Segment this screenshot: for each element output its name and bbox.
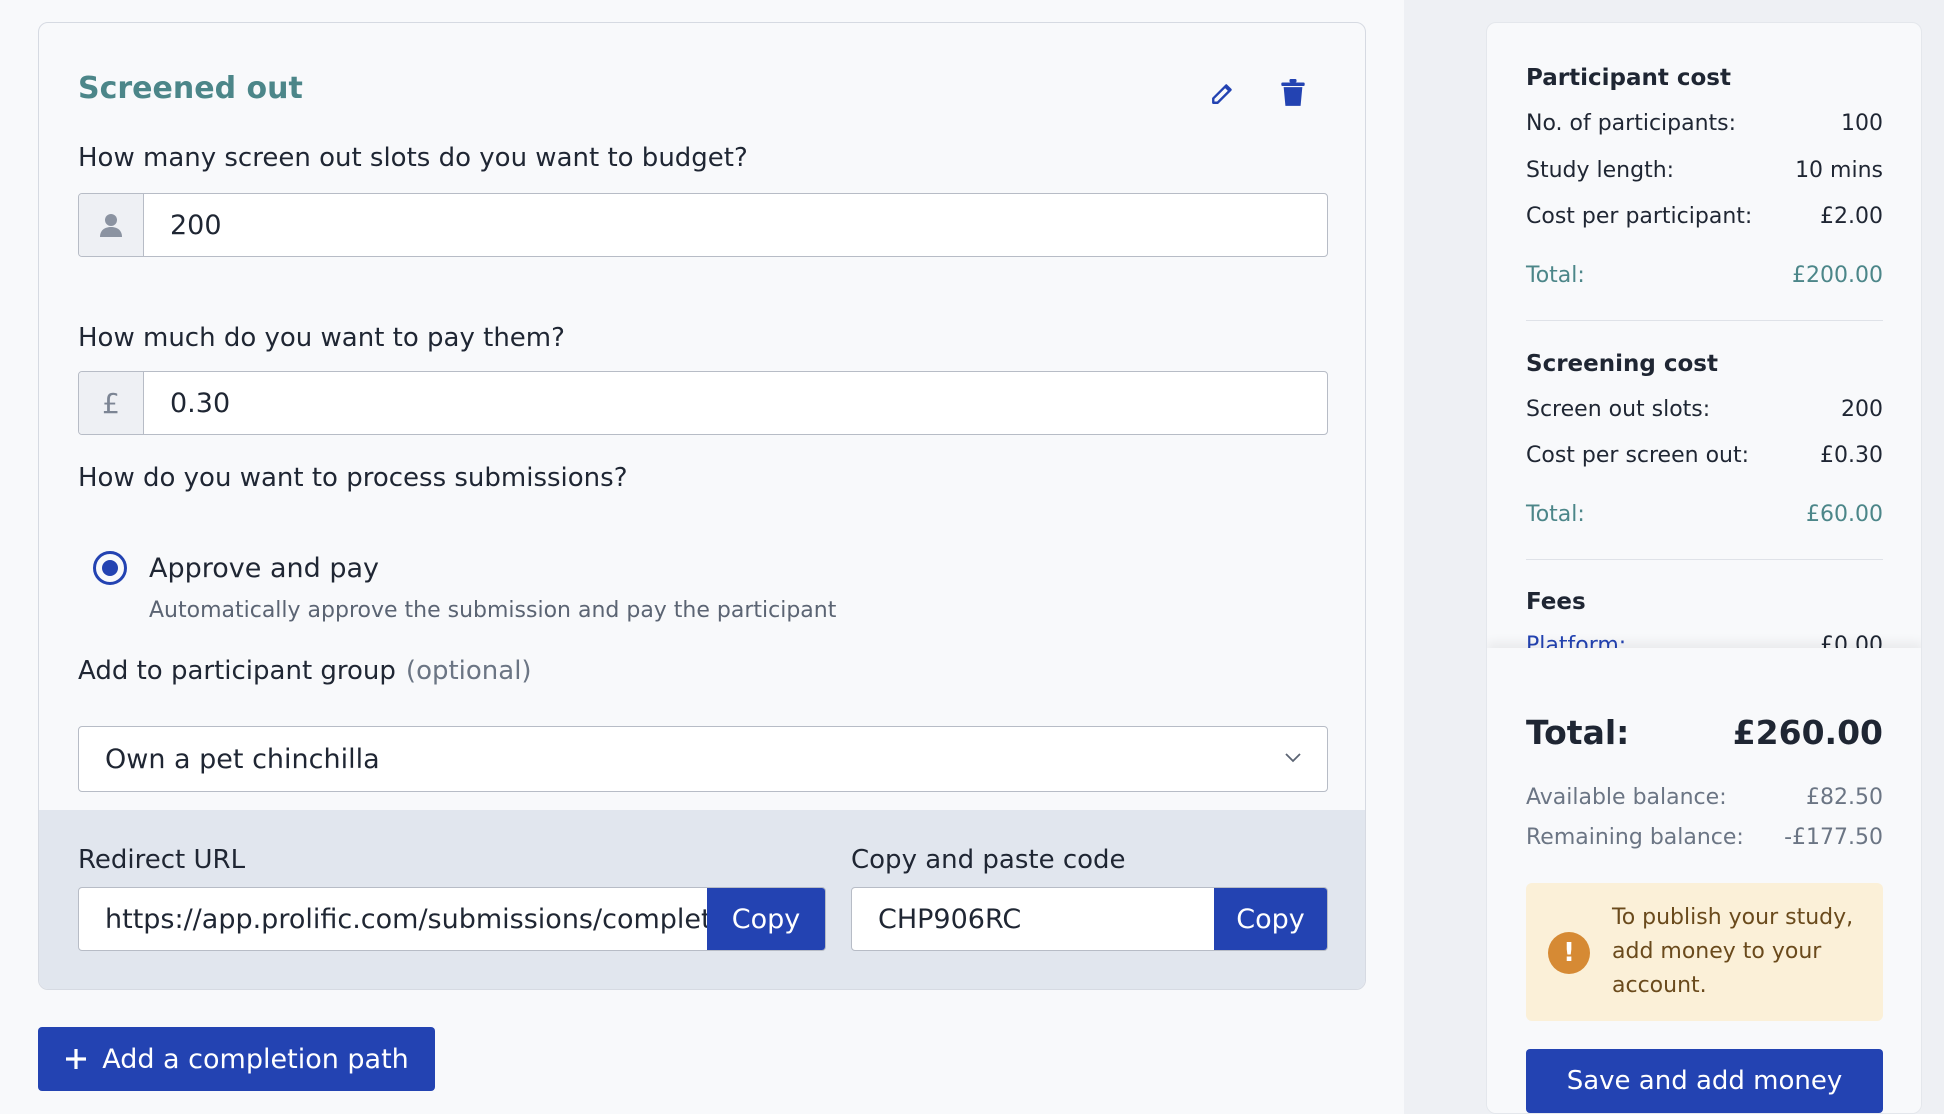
copy-code-button[interactable]: Copy (1214, 888, 1327, 950)
redirect-url-group: https://app.prolific.com/submissions/com… (78, 887, 826, 951)
pay-input-group[interactable]: £ 0.30 (78, 371, 1328, 435)
redirect-section: Redirect URL https://app.prolific.com/su… (39, 810, 1365, 989)
radio-label: Approve and pay (149, 553, 379, 584)
cost-panel: Participant cost No. of participants: 100… (1404, 0, 1944, 1114)
screening-cost-title: Screening cost (1526, 351, 1718, 377)
pay-question: How much do you want to pay them? (78, 323, 565, 353)
radio-description: Automatically approve the submission and… (149, 598, 837, 623)
redirect-url-field[interactable]: https://app.prolific.com/submissions/com… (79, 888, 707, 950)
add-completion-path-button[interactable]: Add a completion path (38, 1027, 435, 1091)
divider (1526, 559, 1883, 560)
slots-input[interactable]: 200 (144, 194, 1327, 256)
plus-icon (66, 1049, 87, 1069)
participant-total: Total: £200.00 (1526, 263, 1883, 288)
pay-input[interactable]: 0.30 (144, 372, 1327, 434)
participant-group-select[interactable]: Own a pet chinchilla (78, 726, 1328, 792)
summary-row: Cost per participant: £2.00 (1526, 204, 1883, 229)
redirect-url-label: Redirect URL (78, 845, 246, 875)
summary-row: Screen out slots: 200 (1526, 397, 1883, 422)
grand-total: Total: £260.00 (1526, 713, 1883, 752)
code-label: Copy and paste code (851, 845, 1126, 875)
summary-row: No. of participants: 100 (1526, 111, 1883, 136)
code-field[interactable]: CHP906RC (852, 888, 1214, 950)
exclamation-icon: ! (1548, 932, 1590, 974)
summary-row: Study length: 10 mins (1526, 158, 1883, 183)
divider (1526, 320, 1883, 321)
copy-url-button[interactable]: Copy (707, 888, 825, 950)
select-value: Own a pet chinchilla (105, 743, 380, 775)
group-label: Add to participant group (optional) (78, 656, 532, 686)
save-and-add-money-button[interactable]: Save and add money (1526, 1049, 1883, 1113)
person-icon (79, 194, 144, 256)
edit-icon[interactable] (1203, 73, 1243, 113)
trash-icon[interactable] (1273, 73, 1313, 113)
fees-title: Fees (1526, 589, 1586, 615)
remaining-balance: Remaining balance: -£177.50 (1526, 825, 1883, 850)
cost-summary: Participant cost No. of participants: 100… (1486, 22, 1922, 1114)
add-money-warning: ! To publish your study, add money to yo… (1526, 883, 1883, 1021)
completion-path-card: Screened out How many screen out slots d… (38, 22, 1366, 990)
group-label-text: Add to participant group (78, 656, 396, 686)
pound-icon: £ (79, 372, 144, 434)
slots-question: How many screen out slots do you want to… (78, 143, 748, 173)
card-title: Screened out (78, 71, 303, 106)
warning-text: To publish your study, add money to your… (1612, 905, 1854, 998)
code-group: CHP906RC Copy (851, 887, 1328, 951)
process-question: How do you want to process submissions? (78, 463, 628, 493)
summary-row: Cost per screen out: £0.30 (1526, 443, 1883, 468)
chevron-down-icon (1285, 753, 1301, 763)
participant-cost-title: Participant cost (1526, 65, 1731, 91)
slots-input-group[interactable]: 200 (78, 193, 1328, 257)
approve-radio[interactable] (93, 551, 127, 585)
available-balance: Available balance: £82.50 (1526, 785, 1883, 810)
add-path-label: Add a completion path (102, 1043, 409, 1075)
optional-hint: (optional) (405, 656, 532, 686)
screening-total: Total: £60.00 (1526, 502, 1883, 527)
